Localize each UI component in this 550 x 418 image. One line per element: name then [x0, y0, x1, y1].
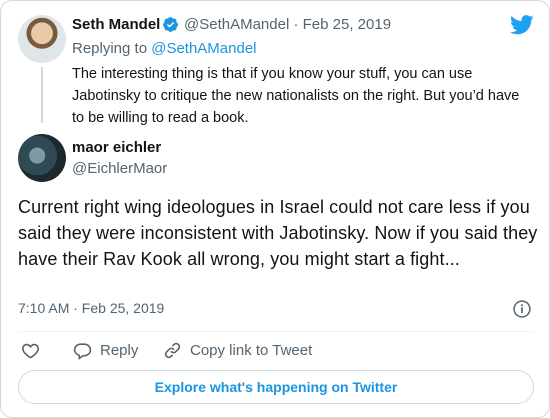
thread-line	[41, 67, 43, 123]
reply-label: Reply	[100, 341, 139, 359]
parent-author-handle[interactable]: @SethAMandel · Feb 25, 2019	[184, 16, 391, 33]
heart-icon	[22, 343, 39, 359]
twitter-bird-icon[interactable]	[510, 15, 534, 35]
like-button[interactable]	[21, 339, 48, 361]
tweet-timestamp[interactable]: 7:10 AM · Feb 25, 2019	[18, 300, 164, 316]
parent-date: · Feb 25, 2019	[293, 16, 392, 33]
replying-to-handle[interactable]: @SethAMandel	[151, 40, 256, 57]
tweet-embed-card: Seth Mandel @SethAMandel · Feb 25, 2019 …	[0, 0, 550, 418]
explore-button[interactable]: Explore what's happening on Twitter	[18, 370, 534, 404]
parent-author-avatar[interactable]	[18, 15, 66, 63]
link-icon	[164, 342, 181, 358]
divider	[18, 331, 534, 332]
tweet-text: Current right wing ideologues in Israel …	[18, 197, 538, 269]
replying-to: Replying to @SethAMandel	[72, 40, 257, 57]
reply-button[interactable]: Reply	[73, 339, 138, 361]
parent-author-name[interactable]: Seth Mandel	[72, 16, 160, 33]
copy-link-label: Copy link to Tweet	[190, 341, 313, 359]
copy-link-button[interactable]: Copy link to Tweet	[163, 339, 312, 361]
author-avatar[interactable]	[18, 134, 66, 182]
author-handle[interactable]: @EichlerMaor	[72, 160, 167, 177]
parent-tweet-text: The interesting thing is that if you kno…	[72, 66, 520, 126]
author-name[interactable]: maor eichler	[72, 139, 161, 156]
info-icon[interactable]	[512, 299, 532, 319]
verified-badge-icon	[163, 17, 178, 32]
reply-icon	[73, 342, 92, 360]
